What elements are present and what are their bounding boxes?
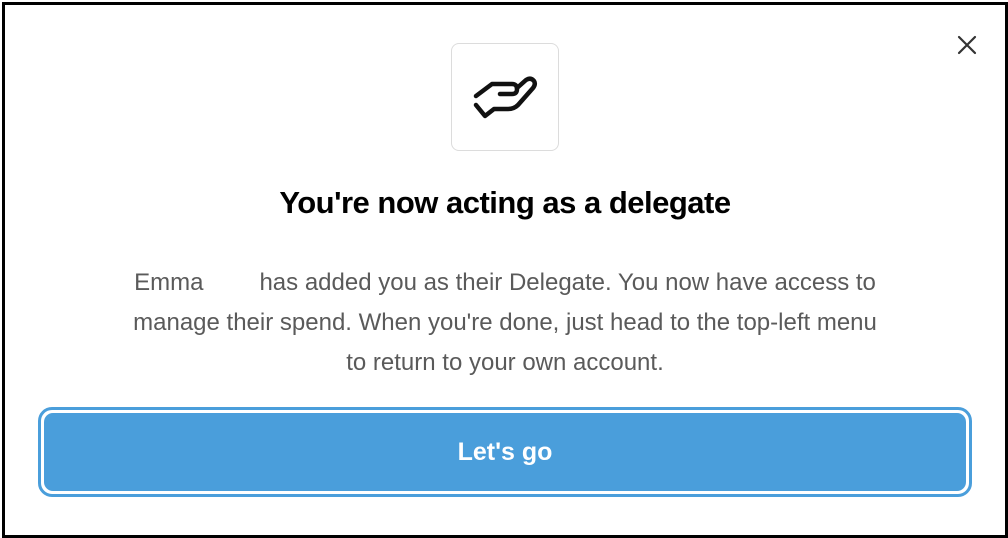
body-line-3: to return to your own account. [346, 349, 664, 376]
body-line-1: has added you as their Delegate. You now… [259, 269, 876, 296]
close-button[interactable] [951, 29, 983, 61]
dialog-title: You're now acting as a delegate [279, 185, 731, 220]
delegator-name: Emma [134, 269, 204, 296]
lets-go-label: Let's go [457, 437, 553, 466]
lets-go-button-fill: Let's go [44, 413, 966, 491]
helping-hand-icon [473, 76, 538, 119]
delegate-dialog: You're now acting as a delegate Emma has … [2, 2, 1008, 538]
dialog-body: Emma has added you as their Delegate. You… [45, 263, 965, 383]
hero-icon-tile [451, 43, 559, 151]
body-line-2: manage their spend. When you're done, ju… [133, 309, 877, 336]
lets-go-button[interactable]: Let's go [38, 407, 972, 497]
close-icon [957, 35, 977, 55]
